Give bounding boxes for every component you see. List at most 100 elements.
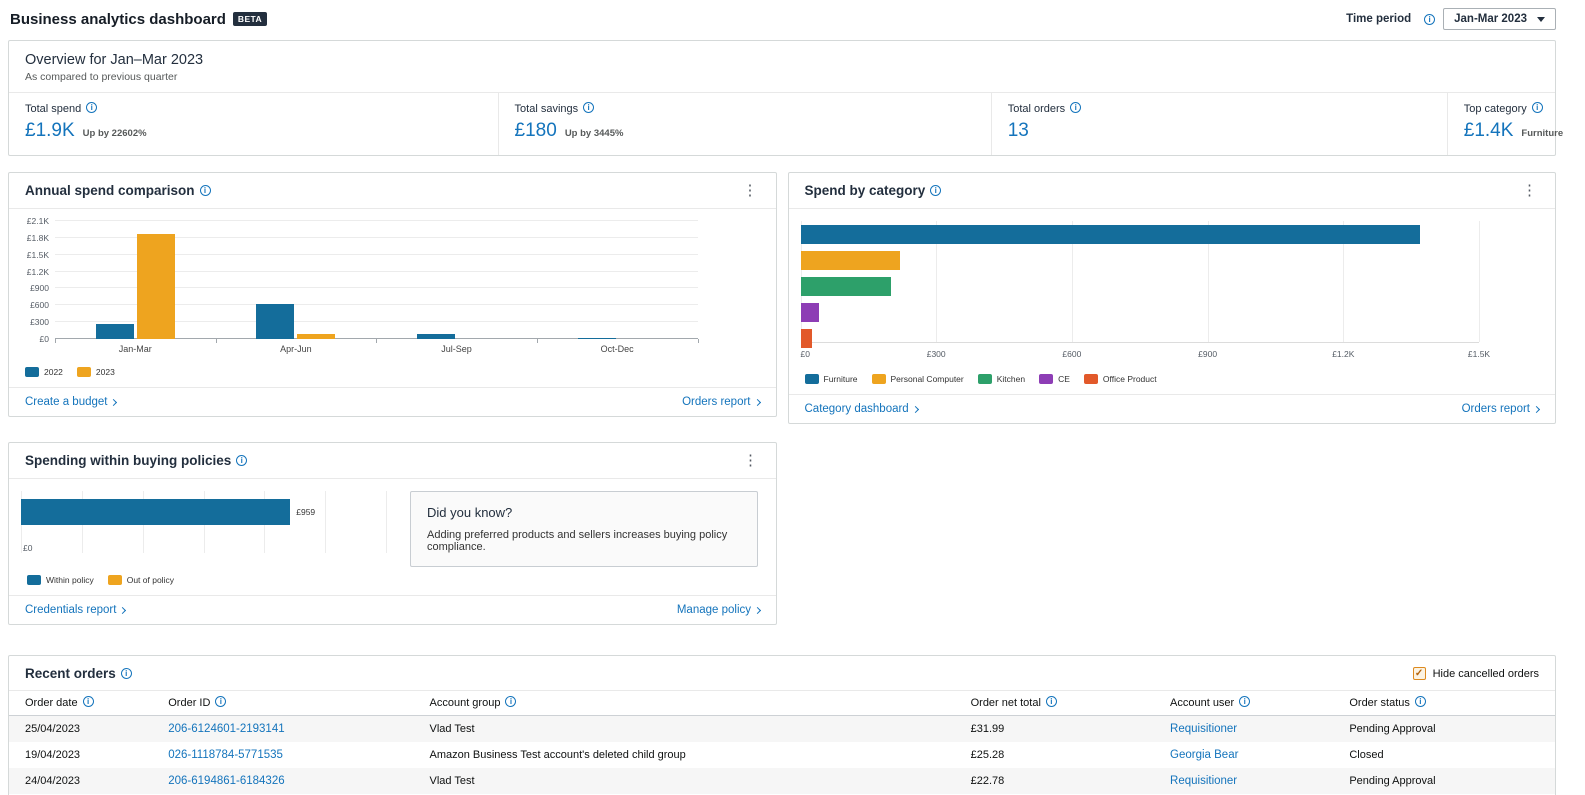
hide-cancelled-control[interactable]: Hide cancelled orders xyxy=(1412,667,1539,680)
bar-2022-oct-dec[interactable] xyxy=(577,337,616,339)
bar-2023-jan-mar[interactable] xyxy=(136,233,175,339)
order-id-link[interactable]: 026-1118784-5771535 xyxy=(168,749,283,761)
bar-2022-jan-mar[interactable] xyxy=(95,323,134,339)
account-user-link[interactable]: Requisitioner xyxy=(1170,723,1237,735)
y-axis-tick-label: £0 xyxy=(39,334,49,344)
bar-group-oct-dec xyxy=(537,221,698,339)
total-orders-info-icon[interactable] xyxy=(1070,102,1082,113)
order-id-link[interactable]: 206-6124601-2193141 xyxy=(168,723,284,735)
x-axis-tick-label: £1.2K xyxy=(1332,349,1355,359)
metric-label-text: Total spend xyxy=(25,103,82,115)
chevron-right-icon xyxy=(911,405,919,413)
cell-status: Pending Approval xyxy=(1349,775,1436,787)
column-info-icon[interactable] xyxy=(1239,696,1251,707)
y-axis-tick-label: £300 xyxy=(30,317,49,328)
bar-personal-computer[interactable] xyxy=(800,251,900,270)
buying-policies-menu-icon[interactable] xyxy=(739,451,762,470)
bar-office-product[interactable] xyxy=(800,329,813,348)
manage-policy-link[interactable]: Manage policy xyxy=(677,604,762,616)
beta-badge: BETA xyxy=(232,12,268,26)
recent-orders-info-icon[interactable] xyxy=(120,668,132,679)
orders-report-link[interactable]: Orders report xyxy=(682,396,761,408)
metric-label: Total savings xyxy=(515,102,975,115)
credentials-report-link[interactable]: Credentials report xyxy=(25,604,127,616)
legend-item: 2022 xyxy=(25,367,63,377)
recent-orders-title-text: Recent orders xyxy=(25,666,116,681)
column-info-icon[interactable] xyxy=(1045,696,1057,707)
legend-item: Within policy xyxy=(27,575,94,585)
column-info-icon[interactable] xyxy=(505,696,517,707)
column-info-icon[interactable] xyxy=(215,696,227,707)
legend-swatch xyxy=(107,575,122,585)
bar-group-jan-mar xyxy=(55,221,216,339)
create-budget-label: Create a budget xyxy=(25,396,108,408)
x-axis-tick-label: £0 xyxy=(800,349,810,359)
page-title: Business analytics dashboard xyxy=(10,10,226,28)
time-period-select[interactable]: Jan-Mar 2023 xyxy=(1443,8,1556,30)
x-axis-label: Apr-Jun xyxy=(280,344,312,354)
metric-total-spend: Total spend £1.9K Up by 22602% xyxy=(9,93,498,155)
metric-value: £1.9K xyxy=(25,120,75,141)
column-header-date: Order date xyxy=(9,690,169,716)
buying-policies-card: Spending within buying policies £959 £0 W… xyxy=(8,442,777,625)
bar-ce[interactable] xyxy=(800,303,819,322)
metric-label: Total orders xyxy=(1008,102,1431,115)
total-spend-info-icon[interactable] xyxy=(86,102,98,113)
account-user-link[interactable]: Georgia Bear xyxy=(1170,749,1238,761)
top-category-info-icon[interactable] xyxy=(1531,102,1543,113)
order-id-link[interactable]: 206-6194861-6184326 xyxy=(168,775,284,787)
bar-kitchen[interactable] xyxy=(800,277,891,296)
metric-delta: Furniture xyxy=(1521,128,1564,139)
spend-by-category-menu-icon[interactable] xyxy=(1518,181,1541,200)
bar-within-policy[interactable] xyxy=(21,499,291,525)
bar-2022-apr-jun[interactable] xyxy=(256,303,295,339)
column-header-label: Order net total xyxy=(970,697,1041,709)
cell-total: £31.99 xyxy=(970,723,1005,735)
legend-label: Within policy xyxy=(46,575,94,585)
bar-2022-jul-sep[interactable] xyxy=(417,334,456,339)
time-period-info-icon[interactable] xyxy=(1424,13,1436,25)
legend-swatch xyxy=(25,367,39,377)
category-dashboard-link[interactable]: Category dashboard xyxy=(805,403,919,415)
bar-row xyxy=(800,251,1480,270)
bar-furniture[interactable] xyxy=(800,225,1421,244)
hide-cancelled-checkbox[interactable] xyxy=(1412,667,1426,680)
total-savings-info-icon[interactable] xyxy=(583,102,595,113)
create-budget-link[interactable]: Create a budget xyxy=(25,396,118,408)
cell-total: £22.78 xyxy=(970,775,1005,787)
y-axis-tick-label: £2.1K xyxy=(26,216,49,226)
metric-label: Top category xyxy=(1464,102,1563,115)
y-axis-tick-label: £1.2K xyxy=(26,266,49,277)
buying-policies-chart: £959 £0 Within policy Out of policy xyxy=(21,491,387,585)
credentials-report-label: Credentials report xyxy=(25,604,117,616)
column-info-icon[interactable] xyxy=(1414,696,1426,707)
legend-item: Personal Computer xyxy=(871,374,964,384)
account-user-link[interactable]: Requisitioner xyxy=(1170,775,1237,787)
legend-item: Out of policy xyxy=(107,575,174,585)
buying-policies-info-icon[interactable] xyxy=(236,455,248,466)
table-row: 19/04/2023 026-1118784-5771535 Amazon Busi… xyxy=(9,742,1555,768)
spend-by-category-title-text: Spend by category xyxy=(804,183,926,198)
column-info-icon[interactable] xyxy=(82,696,94,707)
recent-orders-card: Recent orders Hide cancelled orders Orde… xyxy=(8,655,1556,795)
annual-spend-card-header: Annual spend comparison xyxy=(9,173,776,209)
metric-value: 13 xyxy=(1007,120,1029,141)
legend-item: Office Product xyxy=(1083,374,1157,384)
chevron-right-icon xyxy=(110,398,118,406)
x-axis-tick-label: £900 xyxy=(1198,349,1218,359)
x-axis-tick-label: £1.5K xyxy=(1467,349,1491,359)
bar-row xyxy=(800,277,1480,296)
time-period-control: Time period Jan-Mar 2023 xyxy=(1346,8,1556,30)
page-title-wrap: Business analytics dashboard BETA xyxy=(10,10,268,28)
bar-2023-apr-jun[interactable] xyxy=(297,334,336,339)
x-axis-label: Oct-Dec xyxy=(600,344,634,354)
recent-orders-table: Order date Order ID Account group Order net… xyxy=(9,690,1555,794)
legend-label: Office Product xyxy=(1102,374,1157,384)
column-header-label: Account user xyxy=(1170,697,1235,709)
legend-label: 2022 xyxy=(44,367,63,377)
orders-report-link[interactable]: Orders report xyxy=(1462,403,1541,415)
metrics-row: Total spend £1.9K Up by 22602% Total savi… xyxy=(9,92,1563,155)
annual-spend-info-icon[interactable] xyxy=(199,185,211,196)
annual-spend-menu-icon[interactable] xyxy=(739,181,762,200)
spend-by-category-info-icon[interactable] xyxy=(930,185,942,196)
